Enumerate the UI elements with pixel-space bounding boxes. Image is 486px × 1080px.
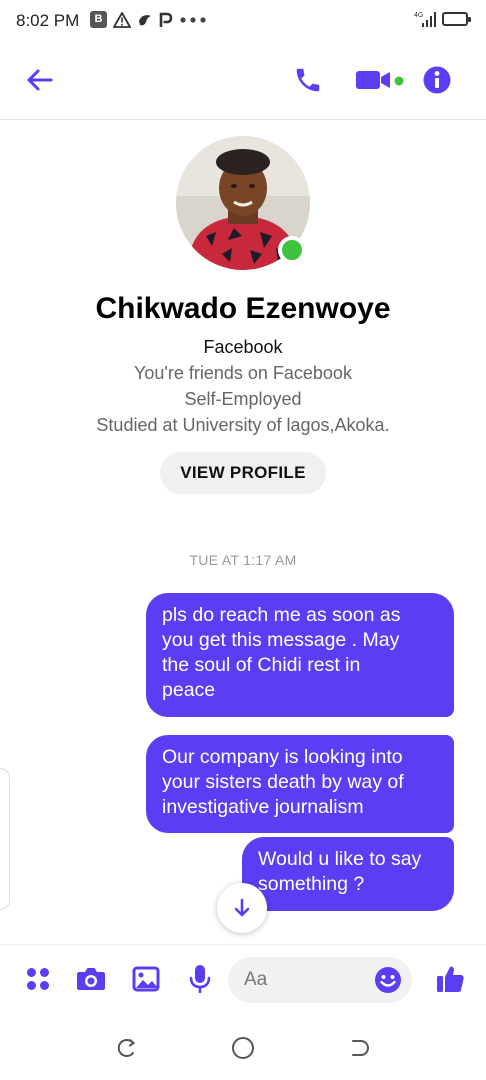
video-camera-icon <box>356 71 404 89</box>
recent-apps-button[interactable] <box>114 1036 138 1060</box>
more-dots-icon <box>180 16 206 23</box>
arrow-down-icon <box>234 898 250 917</box>
status-notification-icons: B <box>90 11 207 28</box>
like-button[interactable] <box>434 963 466 995</box>
back-nav-icon <box>352 1040 369 1056</box>
status-bar: 8:02 PM B 4G <box>0 0 486 42</box>
app-notification-icon: B <box>90 11 107 28</box>
warning-icon <box>113 11 131 28</box>
message-input[interactable]: Aa <box>228 957 412 1003</box>
more-actions-button[interactable] <box>22 963 54 995</box>
message-composer: Aa <box>0 944 486 1016</box>
p-app-icon <box>159 12 173 27</box>
back-nav-button[interactable] <box>348 1036 372 1060</box>
info-icon <box>423 66 451 94</box>
message-bubble[interactable]: Our company is looking into your sisters… <box>146 735 454 833</box>
battery-icon <box>442 12 471 26</box>
message-line: Would u like to say <box>258 848 422 870</box>
message-line: something ? <box>258 873 365 895</box>
contact-education: Studied at University of lagos,Akoka. <box>96 415 390 435</box>
voice-message-button[interactable] <box>184 963 216 995</box>
message-line: investigative journalism <box>162 796 364 818</box>
grid-dots-icon <box>27 968 49 990</box>
signal-icon: 4G <box>414 12 436 27</box>
message-bubble[interactable]: pls do reach me as soon as you get this … <box>146 593 454 717</box>
gallery-button[interactable] <box>130 963 162 995</box>
thumbs-up-icon <box>437 966 464 992</box>
online-status-indicator <box>278 236 306 264</box>
microphone-icon <box>189 965 211 993</box>
system-navigation-bar <box>0 1016 486 1080</box>
edge-panel-handle[interactable] <box>0 768 10 910</box>
home-circle-icon <box>232 1037 254 1059</box>
message-line: pls do reach me as soon as <box>162 604 401 626</box>
camera-button[interactable] <box>75 963 107 995</box>
message-line: the soul of Chidi rest in <box>162 654 361 676</box>
back-button[interactable] <box>22 62 56 98</box>
emoji-icon[interactable] <box>374 966 402 994</box>
arrow-left-icon <box>27 69 53 91</box>
camera-icon <box>77 968 105 990</box>
friends-status: You're friends on Facebook <box>134 363 352 383</box>
image-icon <box>132 966 160 992</box>
scroll-to-bottom-button[interactable] <box>217 883 267 933</box>
contact-platform: Facebook <box>203 337 283 357</box>
message-timestamp: TUE AT 1:17 AM <box>189 552 297 568</box>
info-button[interactable] <box>420 62 454 98</box>
view-profile-button[interactable]: VIEW PROFILE <box>160 452 326 494</box>
bird-icon <box>139 14 151 25</box>
message-line: peace <box>162 679 216 701</box>
network-type-label: 4G <box>414 12 423 19</box>
recent-apps-icon <box>117 1039 136 1057</box>
status-time: 8:02 PM <box>16 11 80 30</box>
message-line: you get this message . May <box>162 629 400 651</box>
message-input-placeholder: Aa <box>244 969 268 990</box>
message-line: Our company is looking into <box>162 746 403 768</box>
status-system-icons: 4G <box>414 10 471 28</box>
contact-name: Chikwado Ezenwoye <box>95 292 391 325</box>
phone-icon <box>296 68 320 92</box>
conversation-header <box>0 42 486 120</box>
video-call-button[interactable] <box>354 62 406 98</box>
voice-call-button[interactable] <box>290 62 326 98</box>
message-line: your sisters death by way of <box>162 771 404 793</box>
contact-avatar-container[interactable] <box>176 136 310 270</box>
contact-work: Self-Employed <box>184 389 302 409</box>
message-bubble[interactable]: Would u like to say something ? <box>242 837 454 911</box>
home-button[interactable] <box>231 1036 255 1060</box>
